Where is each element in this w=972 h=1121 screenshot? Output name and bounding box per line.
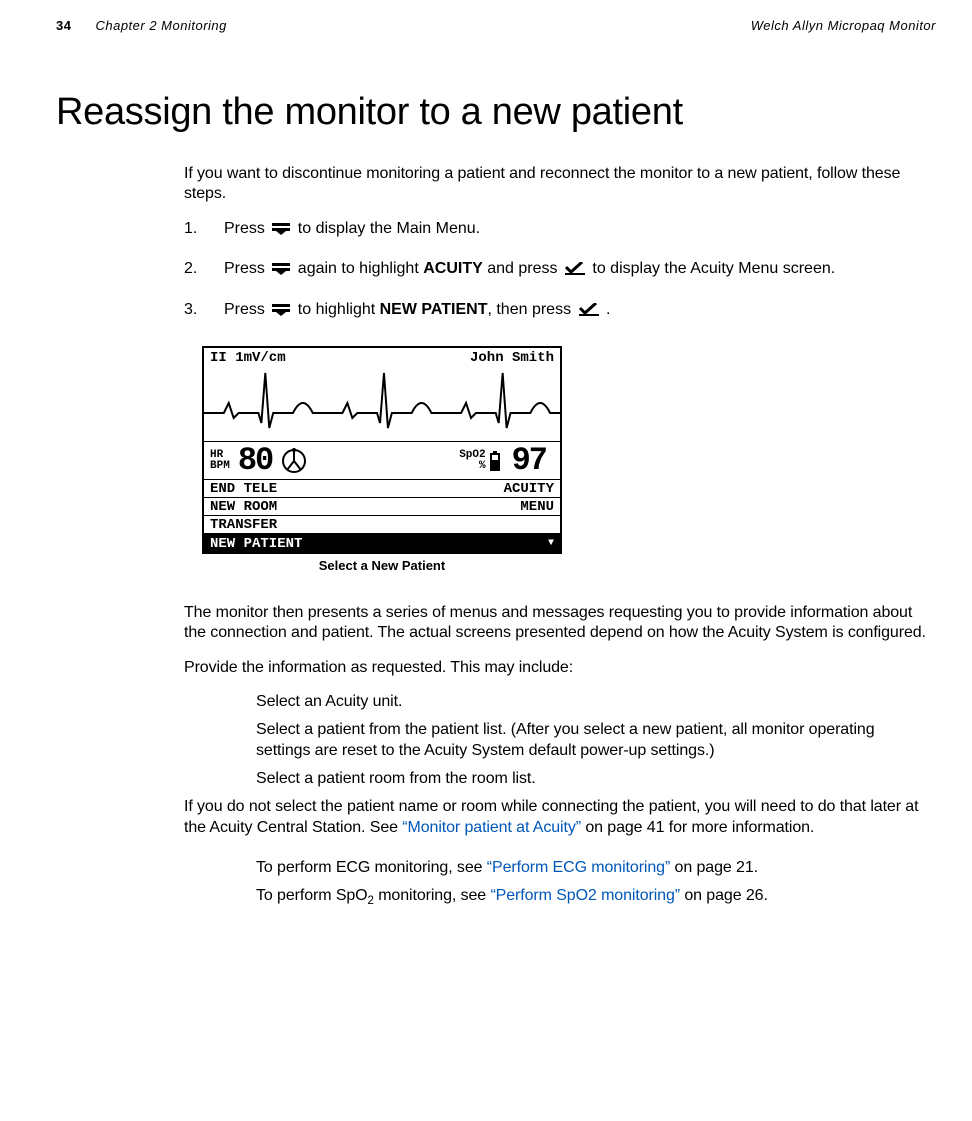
menu-icon: [272, 304, 290, 316]
link-ecg[interactable]: “Perform ECG monitoring”: [487, 859, 670, 876]
chapter-label: Chapter 2 Monitoring: [95, 18, 226, 33]
paragraph: The monitor then presents a series of me…: [184, 603, 926, 644]
menu-item-transfer: TRANSFER: [210, 518, 277, 532]
figure: II 1mV/cm John Smith HR BPM 80: [202, 346, 926, 573]
running-header: 34 Chapter 2 Monitoring Welch Allyn Micr…: [56, 18, 936, 33]
paragraph: If you do not select the patient name or…: [184, 797, 926, 838]
figure-caption: Select a New Patient: [202, 558, 562, 573]
select-icon: [565, 262, 585, 275]
menu-item-new-room: NEW ROOM: [210, 500, 277, 514]
menu-header-right2: MENU: [520, 500, 554, 514]
menu-header-right1: ACUITY: [504, 482, 554, 496]
vitals-row: HR BPM 80 SpO2 % 97: [204, 442, 560, 480]
spo2-pct-label: %: [459, 461, 485, 472]
scroll-down-icon: ▼: [548, 539, 554, 549]
device-menu: END TELE ACUITY NEW ROOM MENU TRANSFER NEW…: [204, 480, 560, 552]
bullet-item: Select an Acuity unit.: [256, 692, 926, 712]
antenna-icon: [280, 446, 308, 476]
paragraph: Provide the information as requested. Th…: [184, 658, 926, 678]
step-1: Press to display the Main Menu.: [184, 219, 926, 239]
step-3: Press to highlight NEW PATIENT, then pre…: [184, 300, 926, 320]
step-2: Press again to highlight ACUITY and pres…: [184, 259, 926, 279]
intro-paragraph: If you want to discontinue monitoring a …: [184, 164, 926, 205]
select-icon: [579, 303, 599, 316]
device-screen: II 1mV/cm John Smith HR BPM 80: [202, 346, 562, 554]
tail-item: To perform SpO2 monitoring, see “Perform…: [256, 886, 926, 909]
lead-label: II 1mV/cm: [210, 351, 286, 365]
menu-icon: [272, 263, 290, 275]
menu-icon: [272, 223, 290, 235]
hr-value: 80: [238, 445, 272, 477]
ecg-trace-icon: [204, 368, 560, 438]
step-list: Press to display the Main Menu. Press ag…: [184, 219, 926, 320]
ecg-waveform-area: II 1mV/cm John Smith: [204, 348, 560, 442]
link-spo2[interactable]: “Perform SpO2 monitoring”: [490, 887, 680, 904]
tail-item: To perform ECG monitoring, see “Perform …: [256, 858, 926, 878]
product-name: Welch Allyn Micropaq Monitor: [751, 18, 936, 33]
spo2-value: 97: [512, 445, 546, 477]
bpm-label: BPM: [210, 461, 230, 472]
tail-group: To perform ECG monitoring, see “Perform …: [256, 858, 926, 909]
acuity-bold: ACUITY: [423, 260, 483, 277]
patient-name: John Smith: [470, 351, 554, 365]
bullet-item: Select a patient from the patient list. …: [256, 720, 926, 761]
link-monitor-acuity[interactable]: “Monitor patient at Acuity”: [402, 819, 581, 836]
bullet-group: Select an Acuity unit. Select a patient …: [256, 692, 926, 789]
bullet-item: Select a patient room from the room list…: [256, 769, 926, 789]
menu-item-end-tele: END TELE: [210, 482, 277, 496]
menu-item-new-patient: NEW PATIENT: [210, 537, 302, 551]
page-number: 34: [56, 18, 71, 33]
page-title: Reassign the monitor to a new patient: [56, 91, 936, 134]
battery-icon: [490, 453, 500, 471]
new-patient-bold: NEW PATIENT: [380, 301, 488, 318]
